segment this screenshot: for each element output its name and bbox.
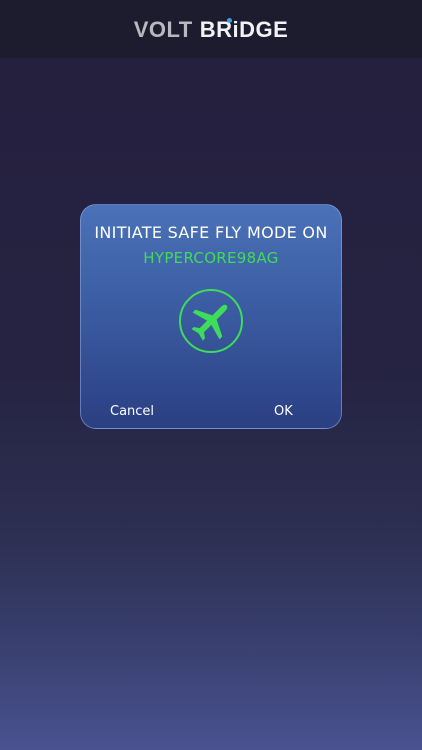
volt-bridge-logo: VOLT BRiDGE [134,17,289,43]
ok-button[interactable]: OK [268,402,299,421]
device-name: HYPERCORE98AG [143,249,279,267]
cancel-button[interactable]: Cancel [104,402,160,421]
app-header: VOLT BRiDGE [0,0,422,58]
safe-fly-dialog: INITIATE SAFE FLY MODE ON HYPERCORE98AG … [80,204,342,429]
logo-text-volt: VOLT [133,17,193,42]
logo-text-bridge-label: BRiDGE [199,17,289,42]
logo-dot [226,18,232,23]
logo-text-bridge: BRiDGE [200,17,289,43]
airplane-icon [178,288,244,354]
dialog-title: INITIATE SAFE FLY MODE ON [94,223,328,242]
